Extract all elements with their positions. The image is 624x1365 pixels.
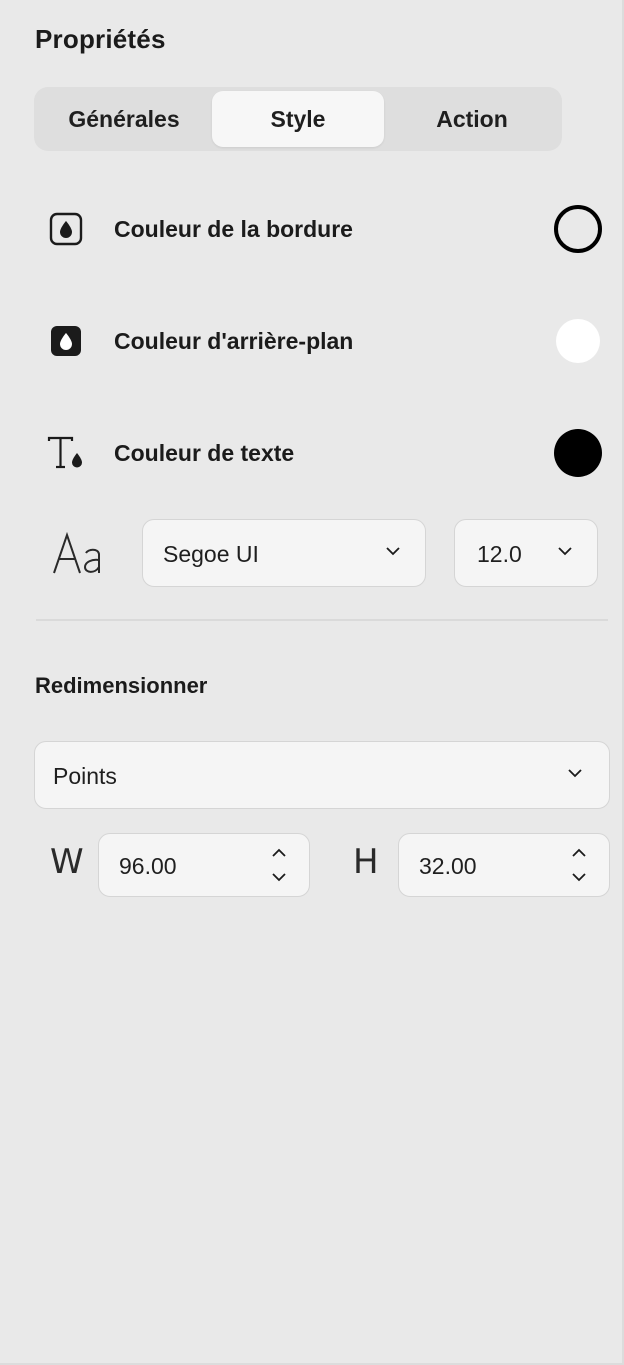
- unit-value: Points: [53, 763, 117, 789]
- font-row: Segoe UI 12.0: [0, 519, 624, 587]
- text-color-row: Couleur de texte: [0, 423, 624, 483]
- height-value: 32.00: [419, 853, 477, 879]
- chevron-down-icon[interactable]: [571, 872, 587, 882]
- drop-outline-icon: [49, 212, 83, 246]
- text-color-swatch[interactable]: [554, 429, 602, 477]
- background-color-label: Couleur d'arrière-plan: [114, 328, 354, 354]
- border-color-swatch[interactable]: [554, 205, 602, 253]
- drop-filled-icon: [51, 326, 81, 356]
- chevron-up-icon[interactable]: [571, 848, 587, 858]
- background-color-swatch[interactable]: [556, 319, 600, 363]
- unit-select[interactable]: Points: [34, 741, 610, 809]
- height-letter: H: [353, 842, 379, 882]
- text-color-icon: [47, 436, 82, 469]
- tab-bar: Générales Style Action: [34, 87, 562, 151]
- font-family-select[interactable]: Segoe UI: [142, 519, 426, 587]
- font-size-select[interactable]: 12.0: [454, 519, 598, 587]
- chevron-down-icon: [558, 547, 572, 556]
- tab-generales[interactable]: Générales: [38, 91, 210, 147]
- height-stepper-arrows: [571, 848, 587, 884]
- resize-section-title: Redimensionner: [35, 673, 208, 698]
- font-family-value: Segoe UI: [163, 541, 259, 567]
- chevron-up-icon[interactable]: [271, 848, 287, 858]
- tab-style[interactable]: Style: [212, 91, 384, 147]
- width-stepper-arrows: [271, 848, 287, 884]
- chevron-down-icon: [568, 769, 582, 778]
- font-aa-icon: [53, 531, 100, 574]
- section-divider: [36, 619, 608, 621]
- chevron-down-icon: [386, 547, 400, 556]
- chevron-down-icon[interactable]: [271, 872, 287, 882]
- text-color-label: Couleur de texte: [114, 440, 295, 466]
- panel-title: Propriétés: [35, 24, 166, 54]
- width-stepper[interactable]: 96.00: [98, 833, 310, 897]
- background-color-row: Couleur d'arrière-plan: [0, 311, 624, 371]
- tab-action[interactable]: Action: [386, 91, 558, 147]
- width-letter: W: [50, 842, 84, 882]
- border-color-label: Couleur de la bordure: [114, 216, 353, 242]
- width-value: 96.00: [119, 853, 177, 879]
- height-stepper[interactable]: 32.00: [398, 833, 610, 897]
- font-size-value: 12.0: [477, 541, 522, 567]
- border-color-row: Couleur de la bordure: [0, 199, 624, 259]
- properties-panel: Propriétés Générales Style Action Couleu…: [0, 0, 624, 1365]
